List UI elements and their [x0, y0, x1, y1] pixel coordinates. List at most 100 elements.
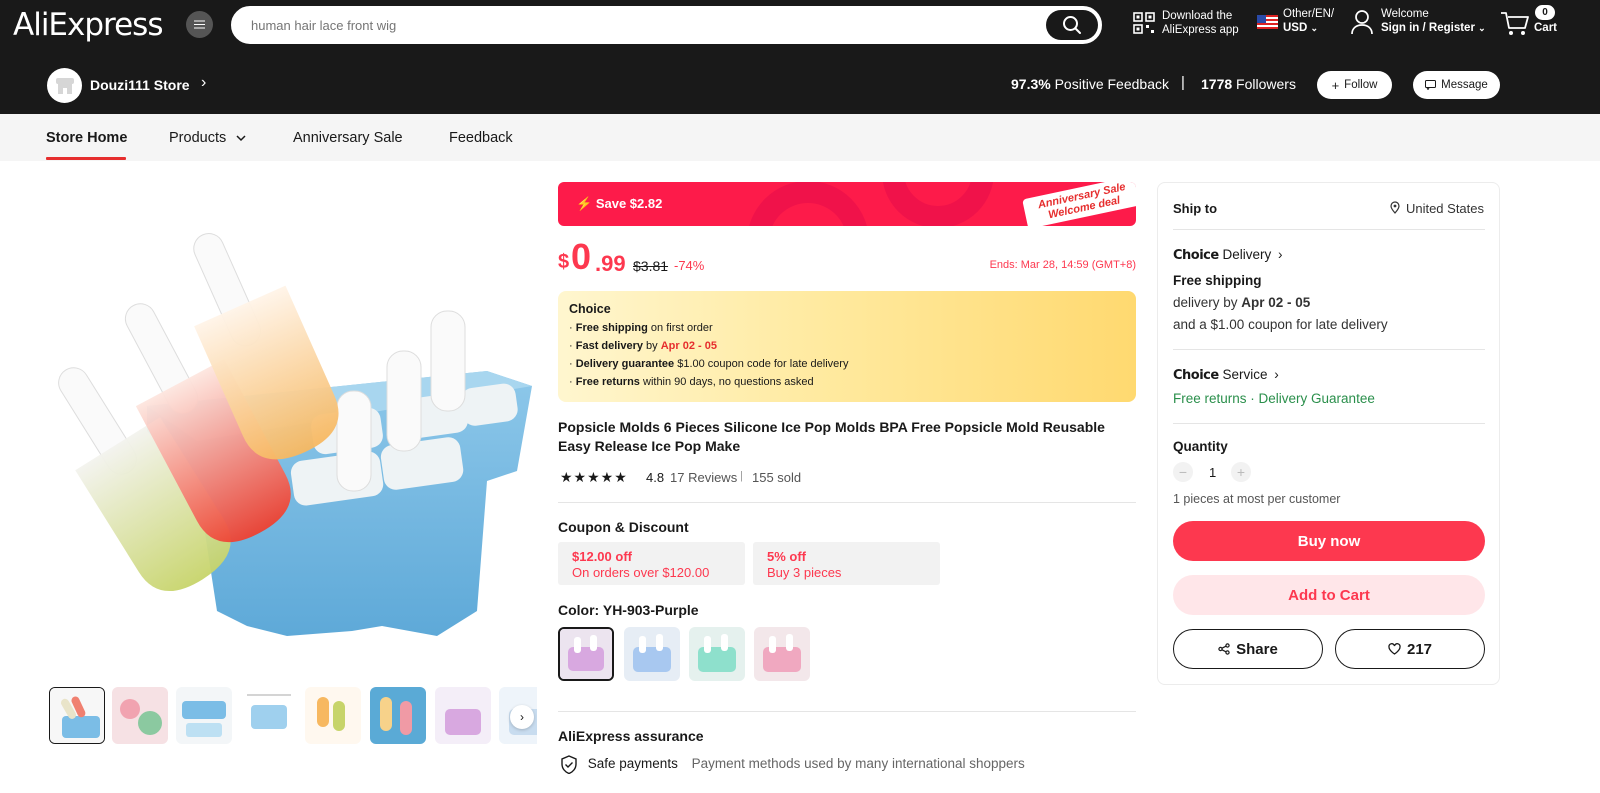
quantity-decrease-button[interactable]: − — [1173, 462, 1193, 482]
divider: | — [740, 470, 743, 482]
color-swatch-pink[interactable] — [754, 627, 810, 681]
feedback-label: Positive Feedback — [1054, 76, 1169, 92]
tab-store-home[interactable]: Store Home — [46, 130, 127, 146]
search-input[interactable] — [251, 8, 1031, 42]
tab-anniversary-sale[interactable]: Anniversary Sale — [293, 130, 403, 146]
thumbnail-strip — [49, 687, 537, 745]
locale-selector[interactable]: Other/EN/ USD ⌄ — [1257, 7, 1337, 39]
swatch-image — [689, 627, 745, 681]
color-swatch-purple[interactable] — [558, 627, 614, 681]
add-to-cart-button[interactable]: Add to Cart — [1173, 575, 1485, 615]
product-title: Popsicle Molds 6 Pieces Silicone Ice Pop… — [558, 419, 1105, 454]
color-swatch-green[interactable] — [689, 627, 745, 681]
swatch-image — [560, 629, 612, 679]
choice-service-link[interactable]: Choice Service › — [1173, 367, 1279, 383]
safe-payments-title: Safe payments — [587, 756, 678, 772]
feedback-value: 97.3% — [1011, 76, 1051, 92]
divider — [1173, 229, 1485, 230]
location-pin-icon — [1390, 201, 1400, 214]
thumbnail-image — [241, 687, 297, 744]
menu-icon[interactable] — [186, 11, 213, 38]
chevron-down-icon: ⌄ — [1310, 23, 1319, 33]
ship-to-label: Ship to — [1173, 201, 1218, 216]
thumbnail[interactable] — [370, 687, 426, 744]
share-label: Share — [1236, 640, 1278, 658]
thumbnail-next-button[interactable]: › — [510, 705, 534, 729]
divider — [1173, 349, 1485, 350]
safe-payments-row[interactable]: Safe payments Payment methods used by ma… — [560, 755, 1025, 775]
color-label: Color: YH-903-Purple — [558, 602, 699, 618]
save-label: Save $2.82 — [595, 196, 663, 211]
store-name[interactable]: Douzi111 Store — [90, 77, 190, 93]
delivery-date: Apr 02 - 05 — [1241, 295, 1311, 310]
cart-label: Cart — [1534, 22, 1558, 34]
thumbnail[interactable] — [435, 687, 491, 744]
choice-delivery-link[interactable]: Choice Delivery › — [1173, 247, 1283, 263]
choice-line-bold: Free shipping — [575, 322, 648, 334]
thumbnail-image — [112, 687, 168, 744]
buy-now-button[interactable]: Buy now — [1173, 521, 1485, 561]
discount-percent: -74% — [674, 258, 705, 273]
chevron-right-icon[interactable]: › — [201, 74, 206, 92]
sign-in-register-link[interactable]: Sign in / Register — [1381, 22, 1475, 34]
user-icon — [1351, 10, 1373, 35]
promo-banner: ⚡ Save $2.82 Anniversary Sale Welcome de… — [558, 182, 1136, 226]
product-main-image[interactable] — [47, 181, 537, 671]
delivery-by: delivery by — [1173, 295, 1242, 310]
aliexpress-logo[interactable]: AliExpress — [13, 7, 163, 43]
choice-line-text: on first order — [647, 322, 713, 334]
followers-label: Followers — [1236, 76, 1296, 92]
chevron-down-icon — [236, 135, 246, 141]
thumbnail[interactable] — [241, 687, 297, 744]
choice-line: · Delivery guarantee $1.00 coupon code f… — [569, 358, 848, 370]
reviews-link[interactable]: 17 Reviews — [670, 470, 737, 485]
share-icon — [1218, 643, 1230, 655]
quantity-value[interactable]: 1 — [1209, 465, 1216, 480]
tab-feedback[interactable]: Feedback — [449, 130, 513, 146]
thumbnail[interactable] — [176, 687, 232, 744]
account-menu[interactable]: Welcome Sign in / Register ⌄ — [1350, 7, 1490, 39]
download-app[interactable]: Download the AliExpress app — [1133, 9, 1243, 39]
share-button[interactable]: Share — [1173, 629, 1323, 669]
thumbnail-image — [176, 687, 232, 744]
quantity-increase-button[interactable]: + — [1231, 462, 1251, 482]
coupon-headline: $12.00 off — [572, 549, 632, 564]
wishlist-count: 217 — [1406, 640, 1433, 658]
delivery-estimate: delivery by Apr 02 - 05 — [1173, 295, 1310, 310]
divider: | — [1181, 74, 1185, 91]
coupon-section-title: Coupon & Discount — [558, 519, 689, 535]
divider — [558, 711, 1136, 712]
chevron-right-icon: › — [520, 710, 524, 724]
assurance-title: AliExpress assurance — [558, 728, 704, 744]
ship-to-country: United States — [1405, 201, 1484, 216]
thumbnail[interactable] — [112, 687, 168, 744]
heart-icon — [1388, 643, 1401, 655]
download-line1: Download the — [1162, 10, 1233, 22]
thumbnail[interactable] — [305, 687, 361, 744]
swatch-image — [754, 627, 810, 681]
choice-line-text: by — [643, 340, 661, 352]
coupon-card[interactable]: 5% off Buy 3 pieces — [753, 542, 940, 585]
choice-line-bold: Fast delivery — [575, 340, 643, 352]
top-header: AliExpress Download the AliExpress app O… — [0, 0, 1600, 114]
chevron-right-icon: › — [1278, 247, 1283, 262]
original-price: $3.81 — [633, 258, 669, 274]
coupon-card[interactable]: $12.00 off On orders over $120.00 — [558, 542, 745, 585]
tab-products-label: Products — [169, 130, 227, 146]
follow-button[interactable]: + Follow — [1317, 71, 1392, 99]
color-swatch-blue[interactable] — [624, 627, 680, 681]
cart-button[interactable]: 0 Cart — [1500, 5, 1560, 41]
thumbnail[interactable] — [49, 687, 105, 744]
choice-title: Choice — [569, 302, 611, 316]
bullet: · — [569, 340, 573, 352]
message-button[interactable]: Message — [1413, 71, 1500, 99]
choice-line: · Fast delivery by Apr 02 - 05 — [569, 340, 717, 352]
search-button[interactable] — [1046, 10, 1098, 40]
tab-products[interactable]: Products — [169, 130, 246, 146]
late-coupon-note: and a $1.00 coupon for late delivery — [1173, 317, 1388, 332]
store-avatar[interactable] — [47, 68, 82, 103]
ship-to-selector[interactable]: United States — [1390, 201, 1484, 216]
wishlist-button[interactable]: 217 — [1335, 629, 1485, 669]
price-row: $ 0 .99 $3.81 -74% Ends: Mar 28, 14:59 (… — [558, 236, 1136, 277]
message-icon — [1425, 80, 1437, 90]
